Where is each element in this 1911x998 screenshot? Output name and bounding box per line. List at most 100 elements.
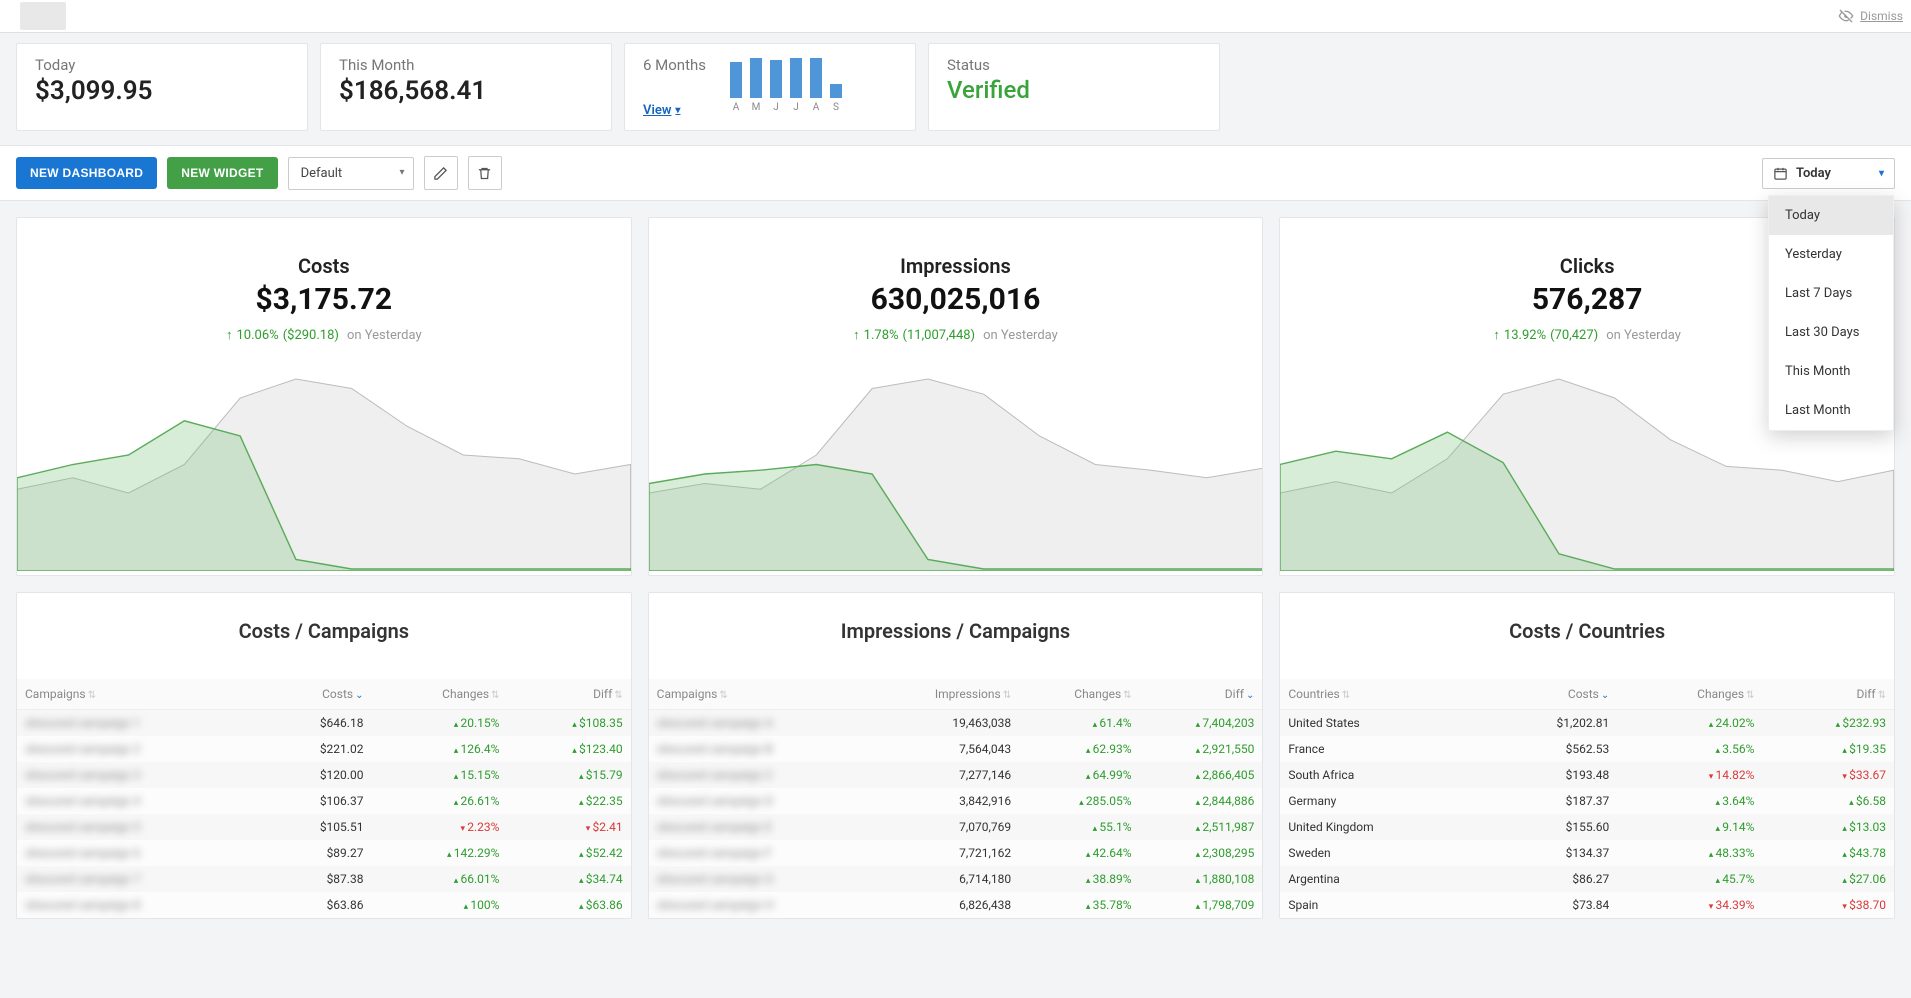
col-impressions[interactable]: Impressions⇅ (868, 679, 1020, 710)
table-row[interactable]: obscured campaign D3,842,916285.05%2,844… (649, 788, 1263, 814)
costs-countries-title: Costs / Countries (1280, 619, 1894, 643)
col-costs-sorted[interactable]: Costs⌄ (261, 679, 372, 710)
table-row[interactable]: obscured campaign 4$106.3726.61%$22.35 (17, 788, 631, 814)
summary-today[interactable]: Today $3,099.95 (16, 43, 308, 131)
impressions-change-abs: (11,007,448) (903, 328, 976, 343)
status-value: Verified (947, 76, 1201, 104)
dashboard-select[interactable]: Default (288, 157, 414, 190)
col-costs-sorted[interactable]: Costs⌄ (1481, 679, 1617, 710)
header-bar: Dismiss (0, 0, 1911, 33)
calendar-icon (1773, 166, 1788, 181)
table-row[interactable]: obscured campaign A19,463,03861.4%7,404,… (649, 710, 1263, 737)
impressions-campaigns-title: Impressions / Campaigns (649, 619, 1263, 643)
sparkline-bar: S (830, 84, 842, 113)
widget-impressions-campaigns: Impressions / Campaigns Campaigns⇅ Impre… (648, 592, 1264, 919)
arrow-up-icon: ↑ (853, 327, 860, 343)
impressions-change-pct: 1.78% (864, 328, 899, 343)
table-row[interactable]: obscured campaign 8$63.86100%$63.86 (17, 892, 631, 918)
table-row[interactable]: obscured campaign F7,721,16242.64%2,308,… (649, 840, 1263, 866)
summary-month-value: $186,568.41 (339, 76, 593, 106)
table-row[interactable]: obscured campaign 5$105.512.23%$2.41 (17, 814, 631, 840)
clicks-change-pct: 13.92% (1504, 328, 1546, 343)
costs-campaigns-table: Campaigns⇅ Costs⌄ Changes⇅ Diff⇅ obscure… (17, 679, 631, 918)
summary-six-months: 6 Months View ▾ AMJJAS (624, 43, 916, 131)
table-row[interactable]: obscured campaign 3$120.0015.15%$15.79 (17, 762, 631, 788)
date-menu-item[interactable]: Last Month (1769, 391, 1893, 430)
table-row[interactable]: Spain$73.8434.39%$38.70 (1280, 892, 1894, 918)
col-campaigns[interactable]: Campaigns⇅ (649, 679, 868, 710)
table-row[interactable]: obscured campaign B7,564,04362.93%2,921,… (649, 736, 1263, 762)
edit-dashboard-button[interactable] (424, 156, 458, 190)
summary-today-label: Today (35, 56, 289, 74)
col-changes[interactable]: Changes⇅ (371, 679, 507, 710)
table-row[interactable]: France$562.533.56%$19.35 (1280, 736, 1894, 762)
dismiss-link[interactable]: Dismiss (1838, 8, 1903, 24)
caret-down-icon: ▾ (1879, 168, 1884, 179)
table-row[interactable]: obscured campaign H6,826,43835.78%1,798,… (649, 892, 1263, 918)
new-dashboard-button[interactable]: NEW DASHBOARD (16, 157, 157, 189)
dashboard-toolbar: NEW DASHBOARD NEW WIDGET Default Today ▾… (0, 145, 1911, 201)
costs-change-abs: ($290.18) (283, 328, 339, 343)
date-menu-item[interactable]: Last 30 Days (1769, 313, 1893, 352)
six-months-sparkline: AMJJAS (730, 61, 842, 113)
col-countries[interactable]: Countries⇅ (1280, 679, 1481, 710)
col-campaigns[interactable]: Campaigns⇅ (17, 679, 261, 710)
table-row[interactable]: obscured campaign E7,070,76955.1%2,511,9… (649, 814, 1263, 840)
table-row[interactable]: obscured campaign C7,277,14664.99%2,866,… (649, 762, 1263, 788)
col-diff[interactable]: Diff⇅ (1762, 679, 1894, 710)
impressions-change-ref: on Yesterday (983, 328, 1058, 343)
summary-row: Today $3,099.95 This Month $186,568.41 6… (0, 33, 1911, 145)
table-row[interactable]: obscured campaign 1$646.1820.15%$108.35 (17, 710, 631, 737)
date-menu-item[interactable]: This Month (1769, 352, 1893, 391)
sparkline-bar: J (790, 58, 802, 113)
table-row[interactable]: Germany$187.373.64%$6.58 (1280, 788, 1894, 814)
date-menu-item[interactable]: Yesterday (1769, 235, 1893, 274)
table-row[interactable]: obscured campaign 6$89.27142.29%$52.42 (17, 840, 631, 866)
impressions-title: Impressions (649, 254, 1263, 278)
widget-costs-countries: Costs / Countries Countries⇅ Costs⌄ Chan… (1279, 592, 1895, 919)
col-diff[interactable]: Diff⇅ (507, 679, 630, 710)
col-changes[interactable]: Changes⇅ (1019, 679, 1139, 710)
table-row[interactable]: obscured campaign 2$221.02126.4%$123.40 (17, 736, 631, 762)
table-row[interactable]: Sweden$134.3748.33%$43.78 (1280, 840, 1894, 866)
widgets-grid: Costs $3,175.72 ↑ 10.06% ($290.18) on Ye… (0, 201, 1911, 935)
sparkline-bar: J (770, 60, 782, 113)
impressions-sparkline-chart (649, 371, 1263, 571)
date-menu-item[interactable]: Today (1769, 196, 1893, 235)
six-months-view-link[interactable]: View ▾ (643, 103, 706, 118)
date-range-value: Today (1796, 166, 1831, 181)
eye-off-icon (1838, 8, 1854, 24)
sparkline-bar: A (730, 62, 742, 113)
widget-costs-campaigns: Costs / Campaigns Campaigns⇅ Costs⌄ Chan… (16, 592, 632, 919)
dismiss-label: Dismiss (1860, 9, 1903, 23)
account-placeholder[interactable] (20, 2, 66, 30)
col-diff-sorted[interactable]: Diff⌄ (1140, 679, 1263, 710)
date-range-picker[interactable]: Today ▾ TodayYesterdayLast 7 DaysLast 30… (1762, 158, 1895, 189)
delete-dashboard-button[interactable] (468, 156, 502, 190)
col-changes[interactable]: Changes⇅ (1617, 679, 1762, 710)
date-range-menu: TodayYesterdayLast 7 DaysLast 30 DaysThi… (1768, 195, 1894, 431)
dropdown-caret-icon: ▾ (675, 105, 680, 116)
table-row[interactable]: South Africa$193.4814.82%$33.67 (1280, 762, 1894, 788)
view-link-text: View (643, 103, 671, 118)
arrow-up-icon: ↑ (1493, 327, 1500, 343)
six-months-label: 6 Months (643, 56, 706, 74)
costs-sparkline-chart (17, 371, 631, 571)
date-menu-item[interactable]: Last 7 Days (1769, 274, 1893, 313)
table-row[interactable]: Argentina$86.2745.7%$27.06 (1280, 866, 1894, 892)
table-row[interactable]: obscured campaign G6,714,18038.89%1,880,… (649, 866, 1263, 892)
table-row[interactable]: United States$1,202.8124.02%$232.93 (1280, 710, 1894, 737)
new-widget-button[interactable]: NEW WIDGET (167, 157, 277, 189)
summary-month[interactable]: This Month $186,568.41 (320, 43, 612, 131)
pencil-icon (433, 166, 448, 181)
summary-month-label: This Month (339, 56, 593, 74)
table-row[interactable]: obscured campaign 7$87.3866.01%$34.74 (17, 866, 631, 892)
clicks-change-ref: on Yesterday (1606, 328, 1681, 343)
table-row[interactable]: United Kingdom$155.609.14%$13.03 (1280, 814, 1894, 840)
costs-value: $3,175.72 (17, 282, 631, 317)
costs-change-pct: 10.06% (237, 328, 279, 343)
trash-icon (477, 166, 492, 181)
costs-title: Costs (17, 254, 631, 278)
summary-status: Status Verified (928, 43, 1220, 131)
arrow-up-icon: ↑ (226, 327, 233, 343)
